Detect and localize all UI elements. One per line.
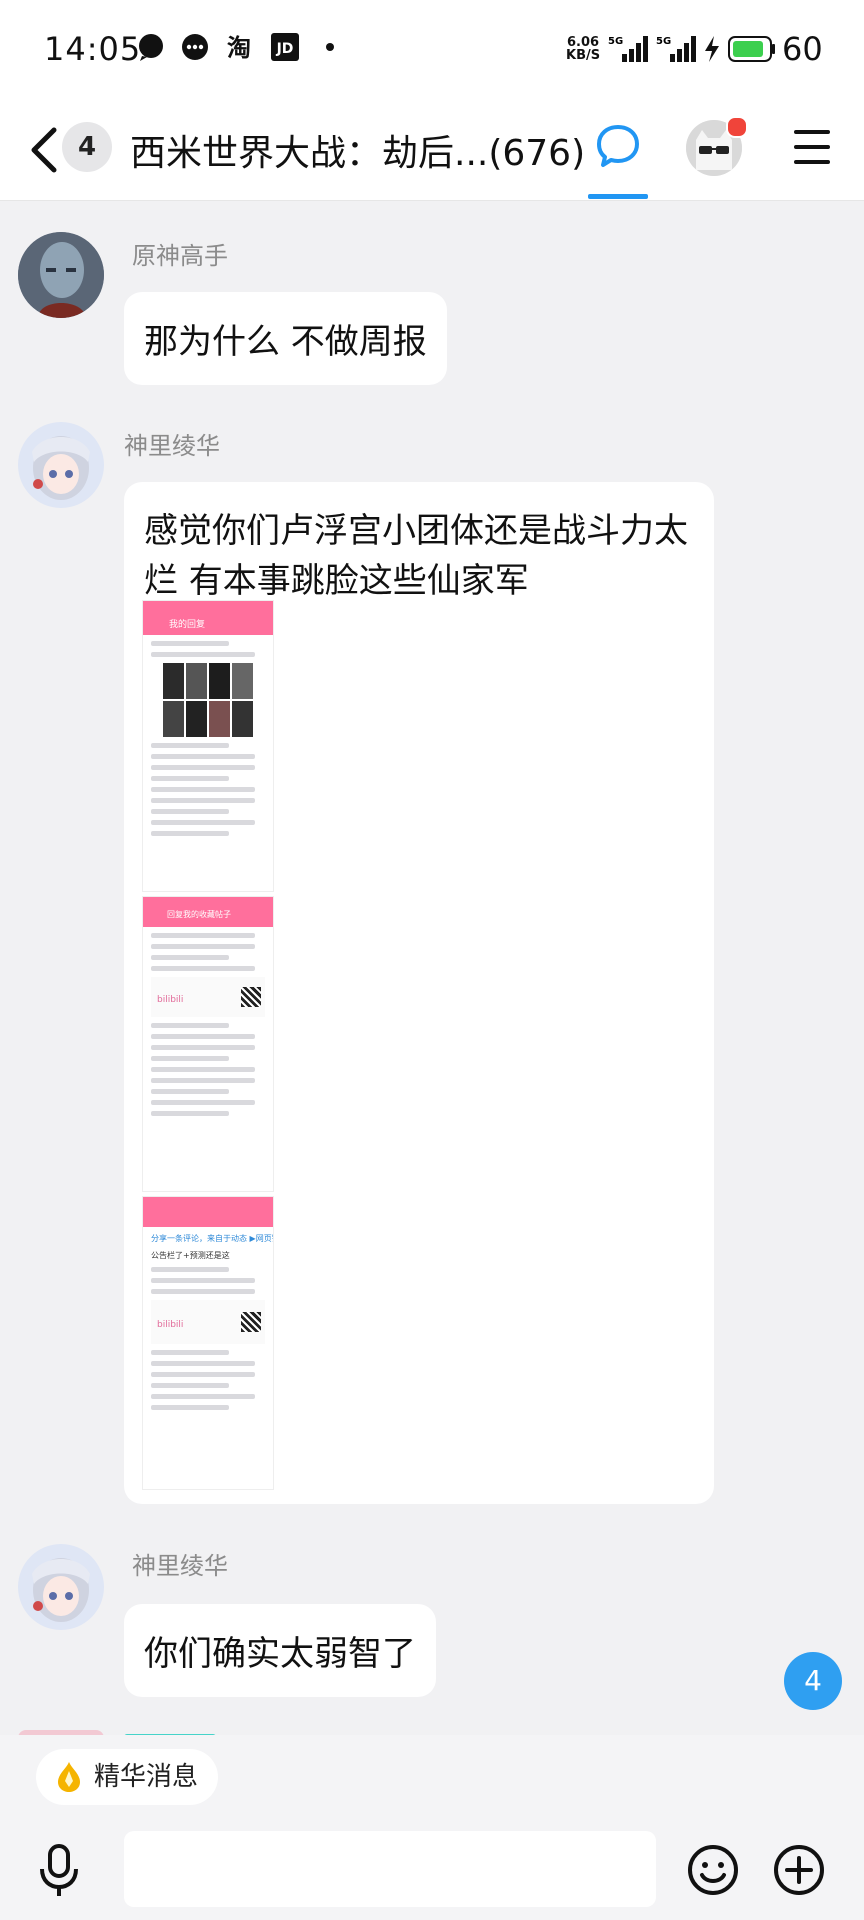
plus-icon[interactable] [772,1843,826,1897]
battery-level: 60 [782,30,823,68]
screenshot-sub-text: 公告栏了+预测还是这 [151,1251,230,1260]
network-speed: 6.06 KB/S [566,35,601,63]
screenshot-image[interactable]: 我的回复 [142,600,274,892]
placeholder-line [151,798,255,803]
placeholder-line [151,831,229,836]
placeholder-line [151,641,229,646]
message-bubble[interactable]: 感觉你们卢浮宫小团体还是战斗力太烂 有本事跳脸这些仙家军 我的回复 回复我的收藏… [124,482,714,1504]
sender-name: 神里绫华 [124,432,220,460]
placeholder-line [151,1067,255,1072]
message-bubble[interactable]: 那为什么 不做周报 [124,292,447,385]
signal-5g-icon-2: 5G [656,36,696,62]
screenshot-title: 回复我的收藏帖子 [167,910,231,919]
screenshot-header-bar [143,1197,273,1227]
avatar[interactable] [18,422,104,508]
taobao-icon: 淘 [225,33,253,62]
anime-girl-avatar-icon [18,422,104,508]
placeholder-line [151,1045,255,1050]
placeholder-line [151,820,255,825]
svg-text:5G: 5G [656,36,671,47]
message-icon [182,34,208,60]
screenshot-header-bar: 回复我的收藏帖子 [143,897,273,927]
status-bar: 14:05 淘 JD 6.06 KB/S 5G 5G 60 [0,0,864,100]
group-title[interactable]: 西米世界大战：劫后...(676) [130,124,585,176]
placeholder-line [151,1034,255,1039]
avatar[interactable] [18,1544,104,1630]
message-input[interactable] [124,1831,656,1907]
gem-icon [58,1762,80,1792]
placeholder-line [151,765,255,770]
placeholder-line [151,1089,229,1094]
message-text: 那为什么 不做周报 [144,322,427,362]
anime-girl-avatar-icon [18,1544,104,1630]
placeholder-line [151,1405,229,1410]
placeholder-line [151,1078,255,1083]
placeholder-line [151,1383,229,1388]
placeholder-line [151,1372,255,1377]
qr-code-icon [241,987,261,1007]
battery-icon [728,36,775,62]
chat-tab-icon[interactable] [594,122,642,170]
placeholder-line [151,754,255,759]
svg-text:淘: 淘 [227,34,251,62]
placeholder-line [151,1100,255,1105]
bald-man-avatar-icon [18,232,104,318]
screenshot-title: 我的回复 [169,620,206,630]
bilibili-logo: bilibili [157,1320,184,1330]
card-preview: bilibili [151,977,265,1017]
microphone-icon[interactable] [36,1843,82,1899]
placeholder-line [151,1394,255,1399]
notification-dot [726,116,748,138]
essence-label: 精华消息 [94,1762,199,1792]
chat-bubble-icon [139,34,163,61]
placeholder-line [151,1056,229,1061]
placeholder-line [151,944,255,949]
placeholder-line [151,1023,229,1028]
svg-text:5G: 5G [608,36,623,47]
sender-name: 神里绫华 [132,1552,228,1580]
emoji-icon[interactable] [686,1843,740,1897]
screenshot-image[interactable]: 回复我的收藏帖子 bilibili [142,896,274,1192]
active-tab-indicator [588,194,648,199]
placeholder-line [151,1289,255,1294]
essence-messages-button[interactable]: 精华消息 [36,1749,219,1805]
placeholder-line [151,933,255,938]
back-arrow-icon[interactable] [24,124,64,176]
placeholder-line [151,1278,255,1283]
photo-grid [163,663,253,737]
placeholder-line [151,787,255,792]
dot-icon [326,43,334,51]
placeholder-line [151,1350,229,1355]
screenshot-link-text: 分享一条评论，来自于动态 ▶网页链接 [151,1234,273,1243]
qr-code-icon [241,1312,261,1332]
message-text: 你们确实太弱智了 [144,1634,416,1674]
menu-icon[interactable] [794,130,830,164]
card-preview: bilibili [151,1300,265,1344]
signal-5g-icon: 5G [608,36,648,62]
jd-icon: JD [271,33,299,61]
sender-name: 原神高手 [132,242,228,270]
placeholder-line [151,1267,229,1272]
placeholder-line [151,743,229,748]
chat-header: 4 西米世界大战：劫后...(676) [0,100,864,201]
svg-text:JD: JD [276,41,294,57]
unread-chats-badge[interactable]: 4 [62,122,112,172]
avatar[interactable] [18,232,104,318]
screenshot-image[interactable]: 分享一条评论，来自于动态 ▶网页链接 公告栏了+预测还是这 bilibili [142,1196,274,1490]
unread-count-badge[interactable]: 4 [784,1652,842,1710]
message-text: 感觉你们卢浮宫小团体还是战斗力太烂 有本事跳脸这些仙家军 [144,511,688,601]
placeholder-line [151,955,229,960]
screenshot-header-bar: 我的回复 [143,601,273,635]
clock: 14:05 [44,30,142,68]
placeholder-line [151,966,255,971]
placeholder-line [151,652,255,657]
message-bubble[interactable]: 你们确实太弱智了 [124,1604,436,1697]
bottom-bar: 精华消息 [0,1735,864,1920]
placeholder-line [151,776,229,781]
bilibili-logo: bilibili [157,995,184,1005]
placeholder-line [151,809,229,814]
charging-icon [705,36,719,62]
placeholder-line [151,1111,229,1116]
placeholder-line [151,1361,255,1366]
